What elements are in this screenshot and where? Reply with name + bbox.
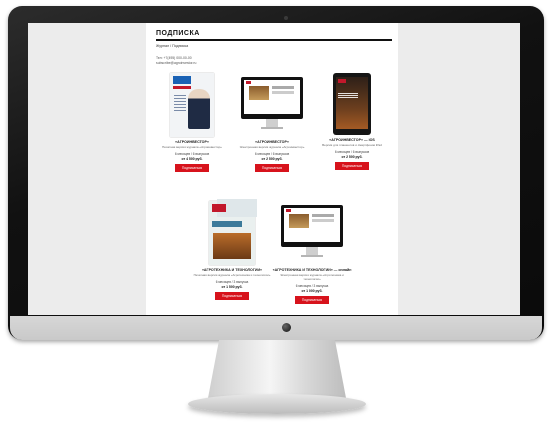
magazine-cover-image [209, 199, 257, 265]
device-base [301, 255, 323, 257]
product-price: от 1 000 руб. [301, 289, 323, 293]
article-line [312, 214, 334, 217]
device-screen [241, 77, 303, 119]
cover-band [173, 86, 191, 89]
product-term: 6 месяцев / 3 выпуска [295, 284, 329, 288]
product-card: «АГРОИНВЕСТОР» Печатная версия журнала «… [152, 73, 232, 172]
product-description: Печатная версия журнала «Агротехника и т… [193, 273, 271, 277]
product-card: «АГРОИНВЕСТОР» — iOS Версия для планшето… [312, 73, 392, 170]
power-icon [282, 323, 291, 332]
title-divider [156, 39, 392, 41]
article-line [272, 86, 294, 89]
site-logo [246, 81, 251, 84]
magazine-cover-image [170, 73, 214, 137]
cover-photo [188, 89, 210, 129]
magazine-logo [173, 76, 191, 84]
site-logo [338, 79, 346, 83]
product-card: «АГРОТЕХНИКА И ТЕХНОЛОГИИ» Печатная верс… [192, 199, 272, 300]
product-name: «АГРОТЕХНИКА И ТЕХНОЛОГИИ» [201, 268, 263, 272]
desktop-device-image [241, 73, 303, 137]
article-line [312, 219, 334, 222]
magazine-logo [212, 204, 226, 212]
page-title: ПОДПИСКА [156, 30, 200, 37]
device-screen-content [284, 208, 340, 242]
cover-text [174, 95, 186, 113]
product-description: Электронная версия журнала «Агроинвестор… [239, 145, 305, 149]
contact-email[interactable]: subscribe@agroinvestor.ru [156, 61, 196, 65]
product-name: «АГРОИНВЕСТОР» [175, 140, 209, 144]
product-price: от 2 500 руб. [341, 155, 363, 159]
cover-photo [213, 233, 251, 259]
product-name: «АГРОТЕХНИКА И ТЕХНОЛОГИИ» — онлайн [272, 268, 352, 272]
camera-icon [284, 16, 288, 20]
product-price: от 1 500 руб. [221, 285, 243, 289]
subscribe-button[interactable]: Подписаться [335, 162, 369, 170]
monitor-chin [10, 316, 542, 340]
product-price: от 2 500 руб. [261, 157, 283, 161]
monitor-screen: ПОДПИСКА Журнал / Подписка Тел: +7(495) … [28, 23, 520, 315]
subscribe-button[interactable]: Подписаться [215, 292, 249, 300]
product-term: 6 месяцев / 3 выпуска [215, 280, 249, 284]
product-name: «АГРОИНВЕСТОР» — iOS [329, 138, 375, 142]
article-photo [289, 214, 309, 228]
desktop-device-image [281, 201, 343, 265]
tablet-screen [336, 77, 368, 129]
breadcrumb[interactable]: Журнал / Подписка [156, 44, 188, 48]
article-photo [249, 86, 269, 100]
product-description: Печатная версия журнала «Агроинвестор» [162, 145, 222, 149]
product-card: «АГРОИНВЕСТОР» Электронная версия журнал… [232, 73, 312, 172]
monitor-stand [208, 340, 346, 398]
site-logo [286, 209, 291, 212]
subscribe-button[interactable]: Подписаться [175, 164, 209, 172]
subscribe-button[interactable]: Подписаться [295, 296, 329, 304]
product-description: Версия для планшетов и смартфонов iPad [322, 143, 382, 147]
device-base [261, 127, 283, 129]
contact-phone: Тел: +7(495) 000-00-00 [156, 56, 192, 60]
device-stand [266, 119, 278, 127]
product-card: «АГРОТЕХНИКА И ТЕХНОЛОГИИ» — онлайн Элек… [272, 201, 352, 304]
product-name: «АГРОИНВЕСТОР» [255, 140, 289, 144]
article-line [272, 91, 294, 94]
device-screen-content [244, 80, 300, 114]
device-stand [306, 247, 318, 255]
product-description: Электронная версия журнала «Агротехника … [280, 273, 344, 281]
subscribe-button[interactable]: Подписаться [255, 164, 289, 172]
product-term: 6 месяцев / 6 выпусков [334, 150, 370, 154]
product-term: 6 месяцев / 6 выпусков [254, 152, 290, 156]
product-term: 6 месяцев / 6 выпусков [174, 152, 210, 156]
product-price: от 4 500 руб. [181, 157, 203, 161]
cover-headline [338, 93, 358, 99]
device-screen [281, 205, 343, 247]
tablet-device-image [333, 73, 371, 135]
subscription-page: ПОДПИСКА Журнал / Подписка Тел: +7(495) … [146, 23, 398, 315]
cover-text [212, 221, 242, 227]
monitor-foot [188, 394, 366, 414]
